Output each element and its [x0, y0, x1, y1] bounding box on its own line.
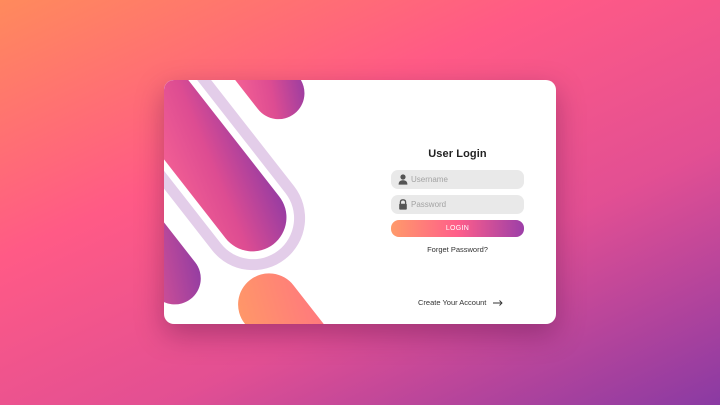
login-card: User Login LOGIN Forget Password? Create… [164, 80, 556, 324]
login-button[interactable]: LOGIN [391, 220, 524, 237]
user-icon [398, 174, 408, 185]
password-input[interactable] [411, 195, 516, 214]
password-field[interactable] [391, 195, 524, 214]
lock-icon [399, 199, 407, 210]
arrow-right-icon [493, 300, 504, 306]
login-form: User Login LOGIN Forget Password? [391, 148, 524, 254]
orange-pill [238, 273, 355, 324]
create-account-label: Create Your Account [418, 298, 487, 307]
forgot-password-link[interactable]: Forget Password? [391, 245, 524, 254]
username-field[interactable] [391, 170, 524, 189]
login-title: User Login [428, 148, 487, 160]
create-account-link[interactable]: Create Your Account [418, 298, 504, 307]
username-input[interactable] [411, 170, 516, 189]
